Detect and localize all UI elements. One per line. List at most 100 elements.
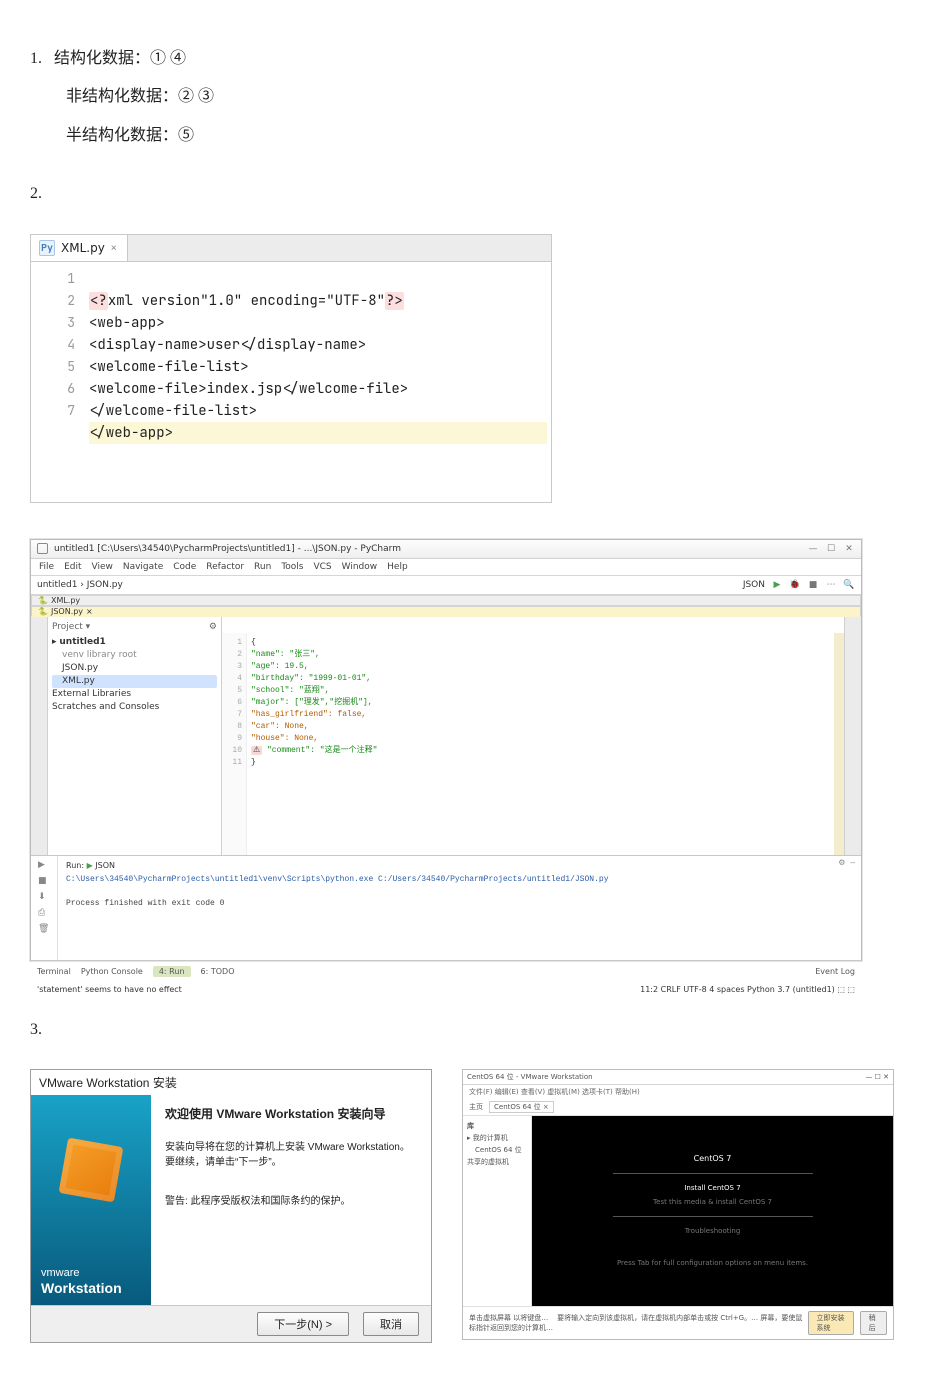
vm-console-screen[interactable]: CentOS 7 Install CentOS 7 Test this medi… — [532, 1116, 893, 1306]
menu-item[interactable]: Edit — [64, 562, 81, 572]
q1-number: 1. — [30, 50, 42, 67]
tree-file-xml[interactable]: XML.py — [52, 675, 217, 688]
editor-minimap[interactable] — [834, 633, 844, 855]
run-side-toolbar: ▶ ■ ⬇ ⎙ 🗑 — [31, 856, 58, 960]
xml-pi-close: ?> — [385, 292, 404, 310]
tab-vm[interactable]: CentOS 64 位 × — [489, 1101, 554, 1113]
run-output[interactable]: Run: ▶ JSON ⚙ — C:\Users\34540\PycharmPr… — [58, 856, 861, 960]
vmw-sidebar[interactable]: 库 ▸ 我的计算机 CentOS 64 位 共享的虚拟机 — [463, 1116, 532, 1306]
menu-item[interactable]: VCS — [313, 562, 331, 572]
menu-item[interactable]: Code — [173, 562, 196, 572]
editor-lines[interactable]: { "name": "张三", "age": 19.5, "birthday":… — [247, 633, 834, 855]
menu-item[interactable]: Run — [254, 562, 271, 572]
tree-venv[interactable]: venv library root — [52, 649, 217, 662]
left-gutter-bar[interactable] — [31, 617, 48, 855]
close-icon[interactable]: ✕ — [111, 241, 117, 254]
code-lines[interactable]: <?xml version"1.0" encoding="UTF-8"?> <w… — [85, 262, 551, 502]
xml-editor-window: Py XML.py ✕ 1 2 3 4 5 6 7 <?xml version"… — [30, 234, 552, 503]
tree-root[interactable]: ▸ untitled1 untitled1 C:\Users\34540\Pyc… — [52, 636, 217, 649]
next-button[interactable]: 下一步(N) > — [257, 1312, 349, 1336]
search-icon[interactable]: 🔍 — [843, 579, 855, 591]
trash-icon[interactable]: 🗑 — [38, 924, 50, 936]
close-icon[interactable]: × — [86, 607, 93, 616]
code-line: <web-app> — [89, 314, 165, 332]
right-gutter-bar[interactable] — [844, 617, 861, 855]
editor-gutter: 1234567891011 — [222, 633, 247, 855]
close-icon[interactable]: ✕ — [843, 543, 855, 555]
vmw-menu[interactable]: 文件(F) 编辑(E) 查看(V) 虚拟机(M) 选项卡(T) 帮助(H) — [463, 1085, 893, 1099]
menu-item[interactable]: Window — [342, 562, 378, 572]
maximize-icon[interactable]: ☐ — [825, 543, 837, 555]
lineno: 2 — [31, 290, 75, 312]
vmware-logo-icon — [31, 1095, 151, 1245]
pycharm-menubar: File Edit View Navigate Code Refactor Ru… — [31, 559, 861, 576]
minimize-icon[interactable]: — — [865, 1073, 872, 1081]
stop-icon[interactable]: ■ — [807, 579, 819, 591]
more-icon[interactable]: ⋯ — [825, 579, 837, 591]
status-warning: 'statement' seems to have no effect — [37, 985, 182, 994]
side-item-centos[interactable]: CentOS 64 位 — [467, 1144, 527, 1156]
bottom-tab-terminal[interactable]: Terminal — [37, 967, 71, 976]
lineno: 1 — [31, 268, 75, 290]
tab-json-py[interactable]: 🐍 JSON.py × — [31, 606, 861, 617]
run-config-selector[interactable]: JSON — [743, 580, 765, 590]
boot-opt-trouble[interactable]: Troubleshooting — [685, 1227, 741, 1235]
down-icon[interactable]: ⬇ — [38, 892, 50, 904]
gear-icon[interactable]: ⚙ — [209, 621, 217, 634]
code-editor[interactable]: 1234567891011 { "name": "张三", "age": 19.… — [222, 633, 844, 855]
code-line: "age": 19.5, — [251, 661, 830, 673]
maximize-icon[interactable]: ☐ — [875, 1073, 881, 1081]
code-line: "has_girlfriend": false, — [251, 709, 830, 721]
debug-icon[interactable]: 🐞 — [789, 579, 801, 591]
code-line: "house": None, — [251, 733, 830, 745]
menu-item[interactable]: View — [92, 562, 113, 572]
close-icon[interactable]: ✕ — [883, 1073, 889, 1081]
q3-number: 3. — [30, 1021, 42, 1038]
run-icon[interactable]: ▶ — [771, 579, 783, 591]
print-icon[interactable]: ⎙ — [38, 908, 50, 920]
cancel-button[interactable]: 取消 — [363, 1312, 419, 1336]
tab-home[interactable]: 主页 — [469, 1102, 483, 1112]
bottom-tab-console[interactable]: Python Console — [81, 967, 143, 976]
code-line: <welcome-file>index.jsp</welcome-file> — [89, 380, 408, 398]
python-file-icon: Py — [39, 240, 55, 256]
bottom-tab-run[interactable]: 4: Run — [153, 966, 191, 977]
install-now-button[interactable]: 立即安装系统 — [808, 1311, 854, 1335]
menu-item[interactable]: Tools — [281, 562, 303, 572]
tab-xml-py[interactable]: Py XML.py ✕ — [31, 235, 128, 261]
event-log[interactable]: Event Log — [815, 967, 855, 976]
boot-opt-test[interactable]: Test this media & install CentOS 7 — [653, 1198, 772, 1206]
tree-external[interactable]: External Libraries — [52, 688, 217, 701]
foot-note1[interactable]: 单击虚拟屏幕 — [469, 1314, 511, 1322]
run-cmd: C:\Users\34540\PycharmProjects\untitled1… — [66, 874, 853, 886]
code-line: "major": ["理发","挖掘机"], — [251, 697, 830, 709]
status-right: 11:2 CRLF UTF-8 4 spaces Python 3.7 (unt… — [640, 985, 855, 994]
later-button[interactable]: 稍后 — [860, 1311, 887, 1335]
tree-scratches[interactable]: Scratches and Consoles — [52, 701, 217, 714]
tab-xml-py[interactable]: 🐍 XML.py — [31, 595, 861, 606]
boot-opt-install[interactable]: Install CentOS 7 — [684, 1184, 740, 1192]
tree-file-json[interactable]: JSON.py — [52, 662, 217, 675]
rerun-icon[interactable]: ▶ — [38, 860, 50, 872]
project-header[interactable]: Project ▾ — [52, 621, 90, 634]
lineno: 7 — [31, 400, 75, 422]
row-screenshots: VMware Workstation 安装 vmware Workstation… — [30, 1069, 915, 1343]
vmware-brand: vmware Workstation — [31, 1259, 151, 1305]
breadcrumb[interactable]: untitled1 › JSON.py — [37, 580, 123, 590]
python-file-icon: 🐍 — [38, 607, 48, 616]
bottom-tab-todo[interactable]: 6: TODO — [201, 967, 235, 976]
stop-icon[interactable]: ■ — [38, 876, 50, 888]
code-line: <?xml version"1.0" encoding="UTF-8"?> — [89, 292, 404, 310]
gear-icon[interactable]: ⚙ — — [838, 858, 855, 870]
side-group[interactable]: ▸ 我的计算机 — [467, 1132, 527, 1144]
menu-item[interactable]: Navigate — [123, 562, 163, 572]
side-item-shared[interactable]: 共享的虚拟机 — [467, 1156, 527, 1168]
menu-item[interactable]: Refactor — [206, 562, 244, 572]
vmware-buttonbar: 下一步(N) > 取消 — [31, 1305, 431, 1342]
q1-line2: 非结构化数据：② ③ — [66, 88, 214, 105]
menu-item[interactable]: Help — [387, 562, 408, 572]
minimize-icon[interactable]: — — [807, 543, 819, 555]
project-tree[interactable]: Project ▾ ⚙ ▸ untitled1 untitled1 C:\Use… — [48, 617, 222, 855]
foot-note2[interactable]: 以将键盘… — [513, 1314, 548, 1322]
menu-item[interactable]: File — [39, 562, 54, 572]
